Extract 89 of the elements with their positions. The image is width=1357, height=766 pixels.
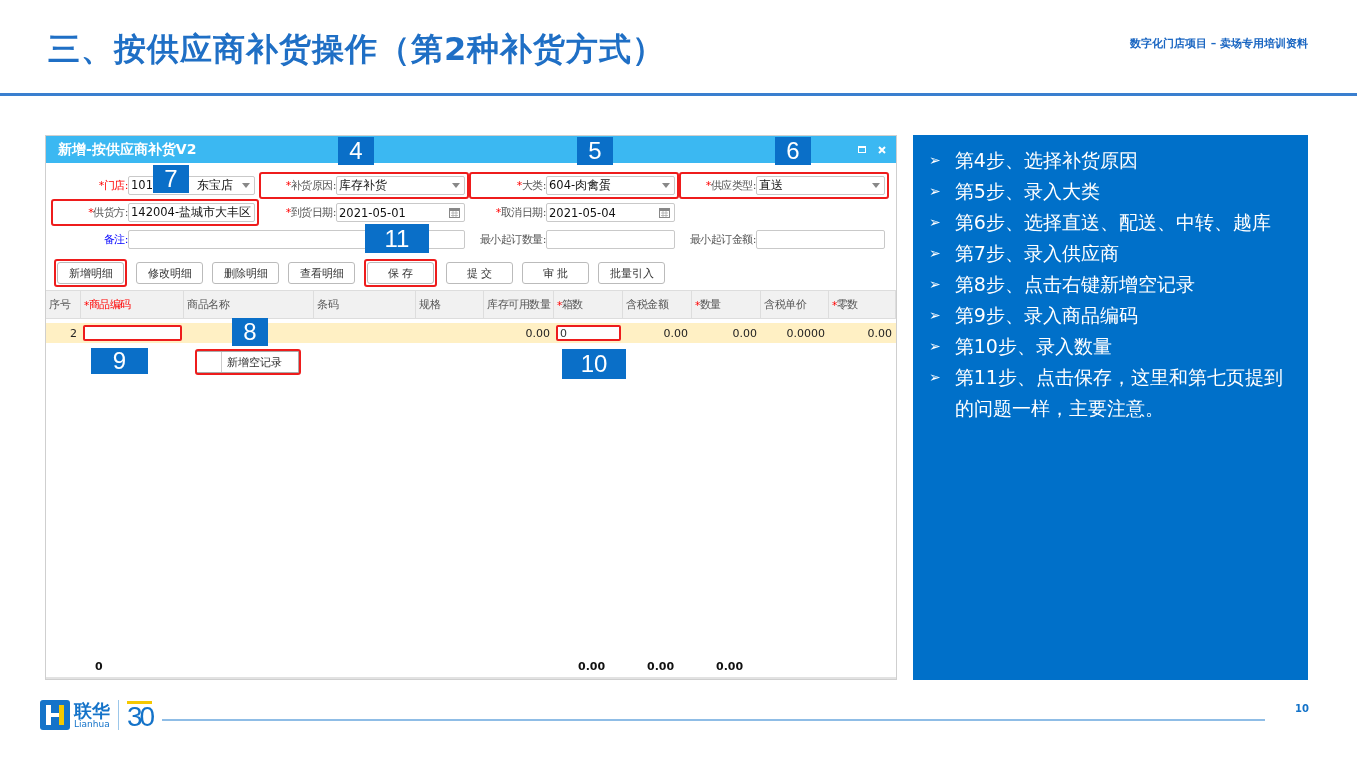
field-label: *供货方:	[87, 205, 128, 220]
column-header[interactable]: 条码	[314, 291, 416, 318]
caret-icon	[872, 183, 880, 188]
maximize-icon[interactable]	[858, 146, 866, 153]
step-callout: 6	[775, 137, 811, 165]
cell-input[interactable]	[83, 325, 182, 341]
column-header[interactable]: 含税金额	[623, 291, 692, 318]
field-label: *供应类型:	[704, 178, 756, 193]
total-value: 0	[94, 659, 104, 673]
date-field[interactable]: 2021-05-04	[546, 203, 675, 222]
field-label: 最小起订金额:	[688, 232, 756, 247]
calendar-icon	[449, 207, 460, 218]
column-header[interactable]: *数量	[692, 291, 761, 318]
toolbar-button[interactable]: 新增明细	[57, 262, 124, 284]
step-text: 第7步、录入供应商	[954, 241, 1119, 266]
toolbar-button[interactable]: 提 交	[446, 262, 513, 284]
bullet-icon: ➢	[929, 331, 941, 362]
brand-latin: Lianhua	[74, 719, 110, 729]
field-label: 备注:	[102, 232, 128, 247]
caret-icon	[662, 183, 670, 188]
toolbar-button[interactable]: 审 批	[522, 262, 589, 284]
toolbar-button[interactable]: 修改明细	[136, 262, 203, 284]
step-callout: 5	[577, 137, 613, 165]
table-cell-text: 0.00	[866, 326, 893, 340]
select-field[interactable]: 库存补货	[336, 176, 465, 195]
total-value: 0.00	[646, 659, 676, 673]
window-title: 新增-按供应商补货V2	[58, 140, 197, 159]
field-label: *门店:	[97, 178, 128, 193]
step-callout: 7	[153, 165, 189, 193]
text-field[interactable]	[756, 230, 885, 249]
field-label: *到货日期:	[284, 205, 336, 220]
select-field[interactable]: 直送	[756, 176, 885, 195]
brand-name: 联华	[74, 701, 110, 720]
toolbar-button[interactable]: 批量引入	[598, 262, 665, 284]
table-cell-text: 0.00	[731, 326, 758, 340]
field-label: *大类:	[515, 178, 546, 193]
anniversary-mark: 30	[127, 700, 153, 730]
cell-input[interactable]: 0	[556, 325, 621, 341]
step-callout: 4	[338, 137, 374, 165]
text-field[interactable]	[546, 230, 675, 249]
bullet-icon: ➢	[929, 176, 941, 207]
field-label: *取消日期:	[494, 205, 546, 220]
table-cell-text: 0.00	[524, 326, 551, 340]
column-header[interactable]: 含税单价	[761, 291, 829, 318]
total-value: 0.00	[577, 659, 607, 673]
bullet-icon: ➢	[929, 362, 941, 424]
bullet-icon: ➢	[929, 300, 941, 331]
step-callout: 9	[91, 348, 148, 374]
step-callout: 11	[365, 224, 429, 253]
page-number: 10	[1295, 702, 1309, 714]
table-cell-text: 0.0000	[785, 326, 826, 340]
toolbar-button[interactable]: 保 存	[367, 262, 434, 284]
slide-subtitle: 数字化门店项目 – 卖场专用培训资料	[1129, 36, 1308, 51]
step-text: 第9步、录入商品编码	[954, 303, 1138, 328]
step-text: 第4步、选择补货原因	[954, 148, 1138, 173]
toolbar-button[interactable]: 删除明细	[212, 262, 279, 284]
column-header[interactable]: 规格	[416, 291, 484, 318]
step-text: 第6步、选择直送、配送、中转、越库	[954, 210, 1271, 235]
slide-title: 三、按供应商补货操作（第2种补货方式）	[48, 28, 666, 70]
step-text: 第8步、点击右键新增空记录	[954, 272, 1195, 297]
table-cell-text: 0.00	[662, 326, 689, 340]
calendar-icon	[659, 207, 670, 218]
step-text: 第5步、录入大类	[954, 179, 1100, 204]
step-text: 第10步、录入数量	[954, 334, 1112, 359]
column-header[interactable]: *商品编码	[81, 291, 184, 318]
bullet-icon: ➢	[929, 238, 941, 269]
bullet-icon: ➢	[929, 145, 941, 176]
select-field[interactable]: 604-肉禽蛋	[546, 176, 675, 195]
field-label: 最小起订数量:	[478, 232, 546, 247]
caret-icon	[242, 183, 250, 188]
menu-item[interactable]: 新增空记录	[195, 349, 301, 375]
table-cell-text: 2	[69, 326, 78, 340]
column-header[interactable]: 序号	[46, 291, 81, 318]
bullet-icon: ➢	[929, 207, 941, 238]
column-header[interactable]: *零数	[829, 291, 896, 318]
step-callout: 10	[562, 349, 626, 379]
caret-icon	[452, 183, 460, 188]
step-callout: 8	[232, 318, 268, 346]
close-icon[interactable]	[878, 145, 886, 154]
column-header[interactable]: 库存可用数量	[484, 291, 554, 318]
field-label: *补货原因:	[284, 178, 336, 193]
date-field[interactable]: 2021-05-01	[336, 203, 465, 222]
bullet-icon: ➢	[929, 269, 941, 300]
column-header[interactable]: *箱数	[554, 291, 623, 318]
toolbar-button[interactable]: 查看明细	[288, 262, 355, 284]
select-field[interactable]: 142004-盐城市大丰区	[128, 203, 255, 222]
logo-icon	[40, 700, 70, 730]
step-text: 第11步、点击保存，这里和第七页提到的问题一样，主要注意。	[954, 365, 1284, 421]
total-value: 0.00	[715, 659, 745, 673]
